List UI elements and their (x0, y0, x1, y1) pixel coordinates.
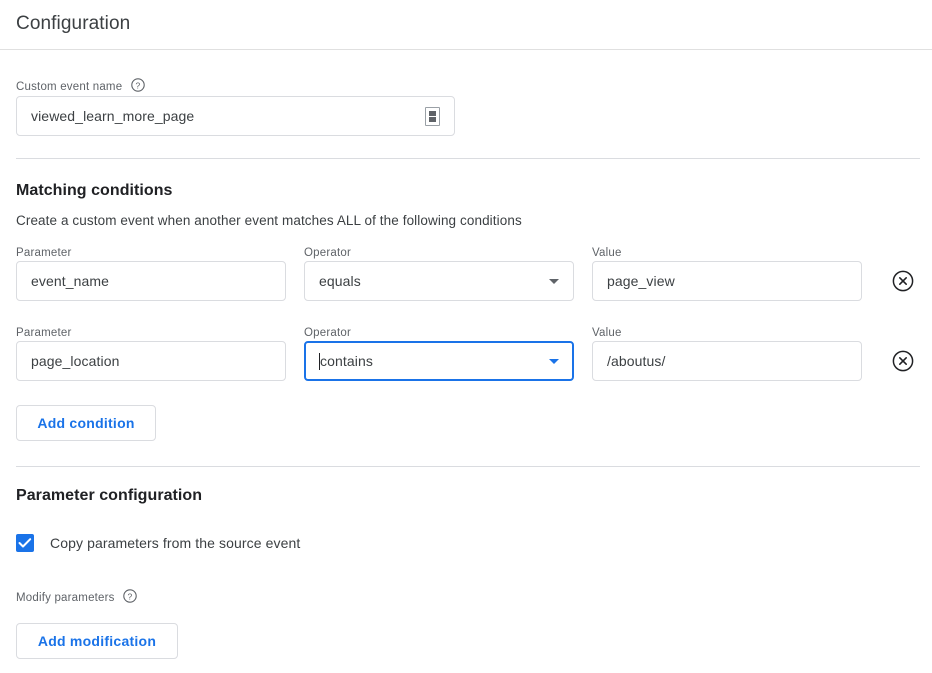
help-circle-icon[interactable]: ? (130, 78, 145, 92)
condition-2-value-label: Value (592, 327, 622, 339)
custom-event-name-input[interactable]: viewed_learn_more_page (16, 96, 455, 136)
svg-text:?: ? (128, 591, 133, 601)
copy-parameters-checkbox[interactable] (16, 534, 34, 552)
condition-1-parameter-value: event_name (31, 273, 110, 289)
matching-conditions-title: Matching conditions (16, 182, 173, 199)
modify-parameters-label: Modify parameters ? (16, 589, 137, 605)
condition-1-operator-label: Operator (304, 247, 351, 259)
svg-text:?: ? (135, 80, 140, 90)
condition-2-value-input[interactable]: /aboutus/ (592, 341, 862, 381)
condition-2-operator-value: contains (320, 353, 373, 369)
condition-1-value-label: Value (592, 247, 622, 259)
matching-conditions-description: Create a custom event when another event… (16, 213, 522, 228)
check-icon (18, 538, 32, 548)
copy-parameters-row[interactable]: Copy parameters from the source event (16, 534, 300, 552)
condition-2-remove-button[interactable] (891, 349, 915, 373)
text-field-glyph-icon (425, 106, 440, 126)
custom-event-name-label: Custom event name ? (16, 78, 145, 94)
condition-1-operator-select[interactable]: equals (304, 261, 574, 301)
condition-1-operator-value: equals (319, 273, 361, 289)
condition-1-remove-button[interactable] (891, 269, 915, 293)
chevron-down-icon (549, 358, 559, 364)
modify-parameters-label-text: Modify parameters (16, 592, 115, 604)
condition-2-operator-label: Operator (304, 327, 351, 339)
condition-1-value-input[interactable]: page_view (592, 261, 862, 301)
custom-event-name-value: viewed_learn_more_page (31, 108, 195, 124)
condition-2-parameter-value: page_location (31, 353, 120, 369)
condition-1-parameter-input[interactable]: event_name (16, 261, 286, 301)
condition-2-parameter-input[interactable]: page_location (16, 341, 286, 381)
condition-2-value-text: /aboutus/ (607, 353, 666, 369)
copy-parameters-label: Copy parameters from the source event (50, 535, 301, 551)
parameter-configuration-title: Parameter configuration (16, 487, 203, 504)
custom-event-name-label-text: Custom event name (16, 81, 123, 93)
condition-2-operator-select[interactable]: contains (304, 341, 574, 381)
page-title: Configuration (16, 13, 131, 34)
section-divider-1 (16, 158, 920, 159)
condition-2-parameter-label: Parameter (16, 327, 72, 339)
remove-circle-x-icon (892, 350, 914, 372)
add-modification-button[interactable]: Add modification (16, 623, 178, 659)
chevron-down-icon (549, 278, 559, 284)
header-divider (0, 49, 932, 50)
help-circle-icon[interactable]: ? (123, 589, 137, 603)
condition-1-parameter-label: Parameter (16, 247, 72, 259)
condition-1-value-text: page_view (607, 273, 675, 289)
add-condition-button[interactable]: Add condition (16, 405, 156, 441)
section-divider-2 (16, 466, 920, 467)
remove-circle-x-icon (892, 270, 914, 292)
configuration-page: Configuration Custom event name ? viewed… (0, 0, 932, 673)
